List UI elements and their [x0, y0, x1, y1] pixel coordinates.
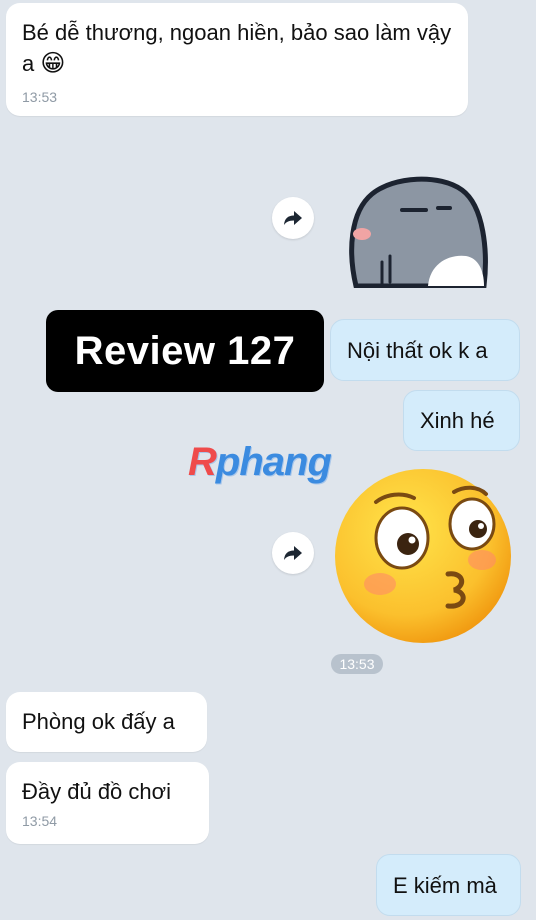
kissing-face-emoji [335, 469, 511, 643]
message-text: Đầy đủ đồ chơi [22, 779, 171, 804]
message-text: Phòng ok đấy a [22, 709, 175, 734]
incoming-message[interactable]: Phòng ok đấy a [6, 692, 207, 752]
outgoing-message[interactable]: Xinh hé [403, 390, 520, 451]
message-time: 13:53 [22, 89, 58, 105]
incoming-message[interactable]: Bé dễ thương, ngoan hiền, bảo sao làm vậ… [6, 3, 468, 116]
gray-seal-sticker [349, 176, 488, 289]
share-button[interactable] [272, 532, 314, 574]
grinning-emoji: 😁 [40, 50, 66, 77]
time-separator: 13:53 [331, 654, 383, 674]
message-text: Xinh hé [420, 408, 495, 433]
share-arrow-icon [284, 211, 302, 225]
share-button[interactable] [272, 197, 314, 239]
message-text: Nội thất ok k a [347, 338, 488, 363]
review-label: Review 127 [46, 310, 324, 392]
message-text: E kiếm mà [393, 873, 497, 898]
watermark-logo: Rphang [188, 440, 332, 484]
message-time: 13:54 [22, 813, 58, 829]
share-arrow-icon [284, 546, 302, 560]
emoji-sticker-message[interactable] [332, 466, 514, 646]
incoming-message[interactable]: Đầy đủ đồ chơi 13:54 [6, 762, 209, 844]
sticker-message[interactable] [342, 172, 492, 289]
outgoing-message[interactable]: Nội thất ok k a [330, 319, 520, 381]
message-text: Bé dễ thương, ngoan hiền, bảo sao làm vậ… [22, 20, 452, 77]
outgoing-message[interactable]: E kiếm mà [376, 854, 521, 916]
